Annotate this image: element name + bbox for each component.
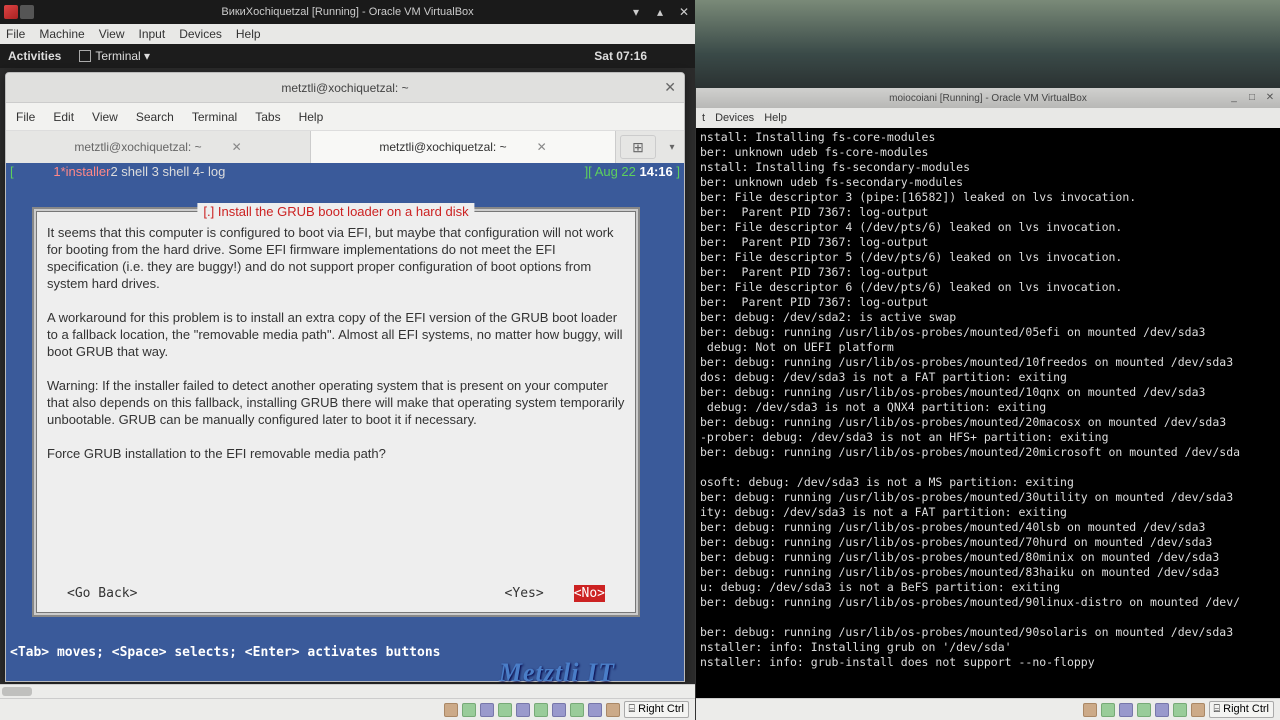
gnome-terminal-window: metztli@xochiquetzal: ~ ✕ File Edit View…: [5, 72, 685, 682]
virtualbox-window-left: ВикиXochiquetzal [Running] - Oracle VM V…: [0, 0, 695, 720]
virtualbox-window-right: moiocoiani [Running] - Oracle VM Virtual…: [696, 88, 1280, 720]
vbox-statusbar-right: ⌸ Right Ctrl: [696, 698, 1280, 720]
tab-label: metztli@xochiquetzal: ~: [379, 140, 506, 154]
screen-time: 14:16: [640, 164, 673, 179]
screen-active-session: 1*installer: [53, 164, 110, 180]
activities-button[interactable]: Activities: [8, 49, 61, 63]
tab-close-icon[interactable]: ✕: [537, 140, 547, 154]
keyboard-hints: <Tab> moves; <Space> selects; <Enter> ac…: [10, 645, 440, 661]
audio-icon[interactable]: [480, 703, 494, 717]
shared-icon[interactable]: [534, 703, 548, 717]
terminal-tab[interactable]: metztli@xochiquetzal: ~ ✕: [6, 131, 311, 163]
menu-devices[interactable]: Devices: [179, 27, 222, 41]
net-icon[interactable]: [1119, 703, 1133, 717]
new-tab-button[interactable]: ⊞: [620, 135, 656, 159]
shared-icon[interactable]: [1155, 703, 1169, 717]
vbox-menubar-left: File Machine View Input Devices Help: [0, 24, 695, 44]
mouse-icon[interactable]: [1191, 703, 1205, 717]
no-button[interactable]: <No>: [574, 585, 605, 602]
term-menu-view[interactable]: View: [92, 110, 118, 124]
tab-close-icon[interactable]: ✕: [232, 140, 242, 154]
term-menu-help[interactable]: Help: [299, 110, 324, 124]
terminal-tab-bar: metztli@xochiquetzal: ~ ✕ metztli@xochiq…: [6, 131, 684, 163]
terminal-app-label: Terminal ▾: [95, 49, 150, 63]
mouse-icon[interactable]: [606, 703, 620, 717]
term-menu-tabs[interactable]: Tabs: [255, 110, 280, 124]
terminal-titlebar[interactable]: metztli@xochiquetzal: ~ ✕: [6, 73, 684, 103]
terminal-app-indicator[interactable]: Terminal ▾: [79, 49, 150, 63]
minimize-icon[interactable]: _: [1228, 92, 1240, 104]
terminal-title: metztli@xochiquetzal: ~: [281, 81, 408, 95]
window-title: ВикиXochiquetzal [Running] - Oracle VM V…: [221, 6, 473, 18]
terminal-content[interactable]: [ 1*installer 2 shell 3 shell 4- log ][ …: [6, 163, 684, 681]
dialog-paragraph: A workaround for this problem is to inst…: [47, 309, 625, 360]
hostkey-indicator[interactable]: ⌸ Right Ctrl: [1209, 701, 1275, 718]
menu-help[interactable]: Help: [236, 27, 261, 41]
dialog-question: Force GRUB installation to the EFI remov…: [47, 445, 625, 462]
screen-status-bar: [ 1*installer 2 shell 3 shell 4- log ][ …: [6, 163, 684, 181]
hd-icon[interactable]: [1083, 703, 1097, 717]
dialog-body: It seems that this computer is configure…: [47, 224, 625, 462]
term-menu-terminal[interactable]: Terminal: [192, 110, 237, 124]
cd-icon[interactable]: [1101, 703, 1115, 717]
vbox-statusbar-left: ⌸ Right Ctrl: [0, 698, 695, 720]
dialog-title: [.] Install the GRUB boot loader on a ha…: [197, 203, 474, 220]
menu-cut[interactable]: t: [702, 112, 705, 124]
hd-icon[interactable]: [444, 703, 458, 717]
cd-icon[interactable]: [462, 703, 476, 717]
close-icon[interactable]: ✕: [664, 79, 676, 96]
clock[interactable]: Sat 07:16: [594, 49, 647, 63]
term-menu-file[interactable]: File: [16, 110, 35, 124]
term-menu-edit[interactable]: Edit: [53, 110, 74, 124]
terminal-icon: [79, 50, 91, 62]
record-icon[interactable]: [570, 703, 584, 717]
maximize-icon[interactable]: □: [1246, 92, 1258, 104]
gnome-topbar: Activities Terminal ▾ Sat 07:16: [0, 44, 695, 68]
screen-sessions: 2 shell 3 shell 4- log: [110, 164, 225, 180]
display-icon[interactable]: [552, 703, 566, 717]
desktop-background: [695, 0, 1280, 90]
close-icon[interactable]: ✕: [677, 5, 691, 19]
terminal-tab-active[interactable]: metztli@xochiquetzal: ~ ✕: [311, 131, 616, 163]
window-title: moiocoiani [Running] - Oracle VM Virtual…: [889, 93, 1087, 104]
hostkey-indicator[interactable]: ⌸ Right Ctrl: [624, 701, 690, 718]
maximize-icon[interactable]: ▴: [653, 5, 667, 19]
horizontal-scrollbar[interactable]: [0, 684, 695, 698]
menu-help[interactable]: Help: [764, 112, 787, 124]
menu-input[interactable]: Input: [139, 27, 166, 41]
term-menu-search[interactable]: Search: [136, 110, 174, 124]
terminal-menubar: File Edit View Search Terminal Tabs Help: [6, 103, 684, 131]
minimize-icon[interactable]: ▾: [629, 5, 643, 19]
menu-machine[interactable]: Machine: [39, 27, 84, 41]
installer-dialog: [.] Install the GRUB boot loader on a ha…: [32, 207, 640, 617]
terminal-log-output[interactable]: nstall: Installing fs-core-modules ber: …: [696, 128, 1280, 698]
vbox-menubar-right: t Devices Help: [696, 108, 1280, 128]
dialog-paragraph: Warning: If the installer failed to dete…: [47, 377, 625, 428]
vbox-titlebar-right[interactable]: moiocoiani [Running] - Oracle VM Virtual…: [696, 88, 1280, 108]
window-icon: [20, 5, 34, 19]
menu-file[interactable]: File: [6, 27, 25, 41]
go-back-button[interactable]: <Go Back>: [67, 585, 137, 602]
usb-icon[interactable]: [516, 703, 530, 717]
menu-view[interactable]: View: [99, 27, 125, 41]
vbox-titlebar-left[interactable]: ВикиXochiquetzal [Running] - Oracle VM V…: [0, 0, 695, 24]
display-icon[interactable]: [1173, 703, 1187, 717]
usb-icon[interactable]: [1137, 703, 1151, 717]
menu-devices[interactable]: Devices: [715, 112, 754, 124]
yes-button[interactable]: <Yes>: [505, 585, 544, 602]
cpu-icon[interactable]: [588, 703, 602, 717]
tab-label: metztli@xochiquetzal: ~: [74, 140, 201, 154]
app-icon: [4, 5, 18, 19]
tab-dropdown-icon[interactable]: ▾: [660, 131, 684, 163]
close-icon[interactable]: ✕: [1264, 92, 1276, 104]
dialog-paragraph: It seems that this computer is configure…: [47, 224, 625, 292]
screen-date: Aug 22: [595, 164, 640, 179]
net-icon[interactable]: [498, 703, 512, 717]
